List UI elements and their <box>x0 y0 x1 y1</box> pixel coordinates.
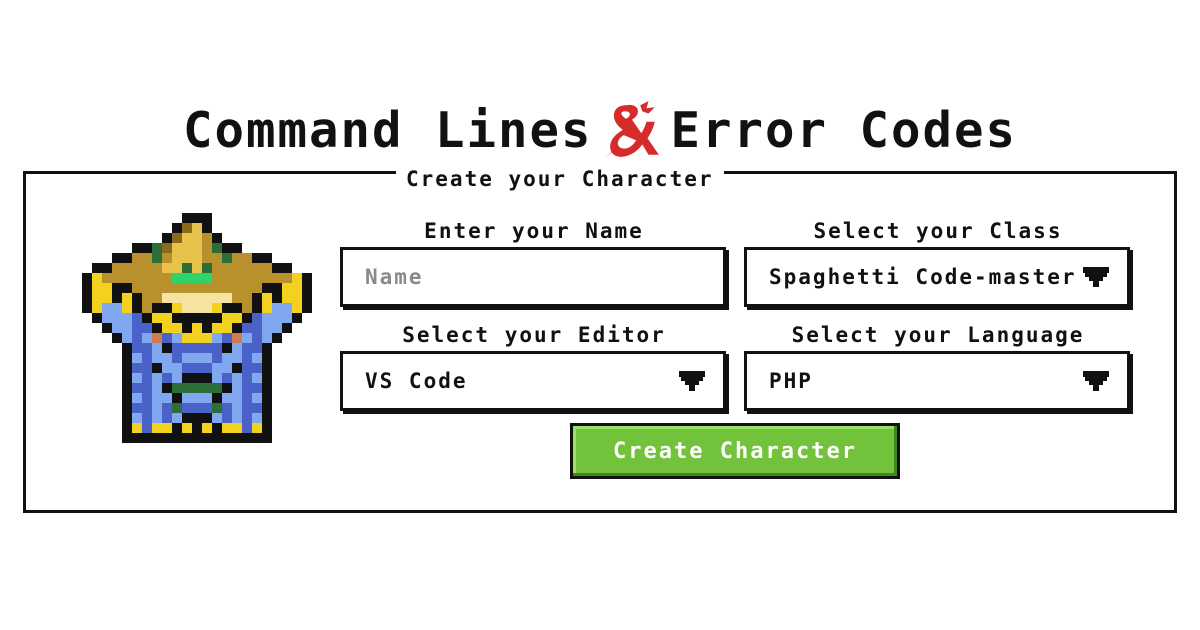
chevron-down-icon <box>1083 371 1109 391</box>
language-select-value: PHP <box>769 369 813 393</box>
title-left-text: Command Lines <box>182 101 593 159</box>
language-select[interactable]: PHP <box>744 351 1130 411</box>
pixel-wizard-icon <box>82 213 312 443</box>
form-legend: Create your Character <box>396 164 724 194</box>
create-character-button[interactable]: Create Character <box>570 423 900 479</box>
chevron-down-icon <box>1083 267 1109 287</box>
language-label: Select your Language <box>791 323 1085 347</box>
title-right-text: Error Codes <box>670 101 1018 159</box>
name-input[interactable] <box>343 250 723 304</box>
class-select[interactable]: Spaghetti Code-master <box>744 247 1130 307</box>
editor-label: Select your Editor <box>402 323 666 347</box>
editor-select[interactable]: VS Code <box>340 351 726 411</box>
chevron-down-icon <box>679 371 705 391</box>
name-label: Enter your Name <box>424 219 644 243</box>
dnd-ampersand-dragon-icon <box>604 101 659 157</box>
class-label: Select your Class <box>813 219 1063 243</box>
name-field-wrapper <box>340 247 726 307</box>
page-title: Command Lines Error Codes <box>0 98 1200 162</box>
editor-select-value: VS Code <box>365 369 468 393</box>
class-select-value: Spaghetti Code-master <box>769 265 1077 289</box>
